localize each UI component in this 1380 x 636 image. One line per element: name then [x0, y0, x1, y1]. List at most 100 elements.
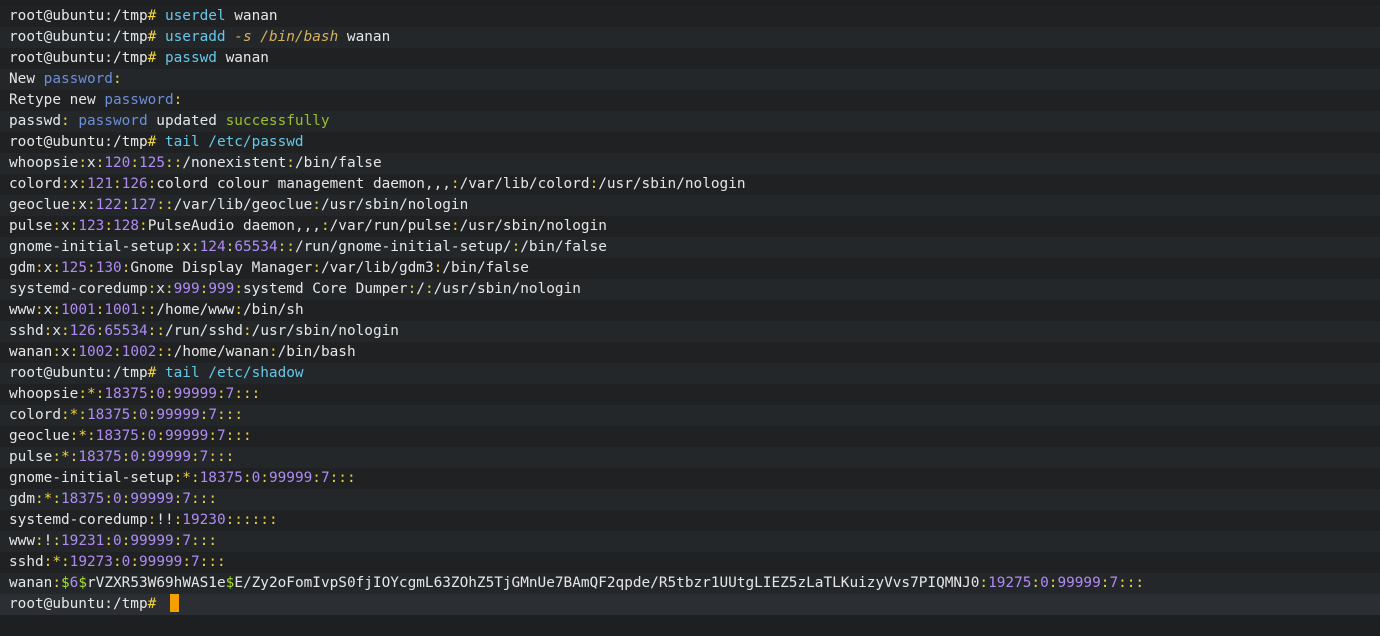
terminal-text: : — [407, 281, 417, 297]
terminal-text: geoclue — [9, 428, 70, 444]
terminal-text: :: — [156, 197, 174, 213]
terminal-text: rVZXR53W69hWAS1e — [87, 575, 226, 591]
terminal-text: : — [260, 470, 269, 486]
terminal-text: /var/lib/gdm3 — [320, 260, 434, 276]
terminal-line: New password: — [0, 69, 1380, 90]
terminal-text: root@ubuntu:/tmp — [9, 134, 148, 150]
terminal-text: www — [9, 302, 35, 318]
terminal-text: 19230 — [182, 512, 226, 528]
terminal-text: 65534 — [104, 323, 148, 339]
terminal-text: : — [234, 281, 243, 297]
terminal-text: wanan — [216, 50, 269, 66]
terminal-text: :: — [277, 239, 295, 255]
terminal-text: : — [52, 218, 61, 234]
terminal-text: 7 — [191, 554, 200, 570]
terminal-text: :: — [156, 344, 174, 360]
terminal-text: userdel — [164, 8, 226, 24]
terminal-text: 0 — [113, 533, 122, 549]
terminal-line: whoopsie:*:18375:0:99999:7::: — [0, 384, 1380, 405]
terminal-text: ::: — [208, 449, 235, 465]
terminal-text: ::: — [191, 491, 218, 507]
terminal-text: gnome-initial-setup — [9, 470, 174, 486]
terminal-text: 99999 — [156, 407, 200, 423]
terminal-text: /bin/false — [442, 260, 529, 276]
terminal-text: E/Zy2oFomIvpS0fjIOYcgmL63ZOhZ5TjGMnUe7BA… — [234, 575, 980, 591]
terminal-text: /bin/false — [520, 239, 607, 255]
prompt-symbol: # — [147, 596, 165, 612]
terminal-text: 19275 — [988, 575, 1032, 591]
terminal-text: sshd — [9, 323, 44, 339]
terminal-line: wanan:x:1002:1002::/home/wanan:/bin/bash — [0, 342, 1380, 363]
terminal-text: wanan — [9, 344, 53, 360]
terminal-text: 125 — [139, 155, 165, 171]
terminal-text: 130 — [95, 260, 122, 276]
terminal-line: root@ubuntu:/tmp# tail /etc/shadow — [0, 363, 1380, 384]
terminal-text: systemd Core Dumper — [242, 281, 408, 297]
terminal-text: 999 — [173, 281, 200, 297]
terminal-text: : — [164, 281, 174, 297]
command-prompt-line[interactable]: root@ubuntu:/tmp# — [0, 594, 1380, 615]
terminal-line: systemd-coredump:!!:19230:::::: — [0, 510, 1380, 531]
terminal-text: pulse — [9, 449, 53, 465]
terminal-line: root@ubuntu:/tmp# userdel wanan — [0, 6, 1380, 27]
terminal-text: 0 — [251, 470, 261, 486]
terminal-text: : — [511, 239, 521, 255]
terminal-text: : — [104, 218, 114, 234]
terminal-text: 18375 — [199, 470, 243, 486]
terminal-text: : — [312, 470, 321, 486]
terminal-text: password — [104, 92, 174, 108]
terminal-text: systemd-coredump — [9, 512, 148, 528]
terminal-text: : — [113, 176, 122, 192]
terminal-text: : — [173, 92, 183, 108]
terminal-text: : — [130, 407, 139, 423]
terminal-text: : — [286, 155, 295, 171]
terminal-text: PulseAudio daemon,,, — [147, 218, 321, 234]
terminal-text: 128 — [113, 218, 140, 234]
terminal-text: / — [416, 281, 425, 297]
terminal-text: colord — [9, 176, 61, 192]
terminal-text: : — [242, 470, 252, 486]
terminal-text: gdm — [9, 260, 35, 276]
terminal-text: gnome-initial-setup — [9, 239, 174, 255]
terminal-text: : — [35, 533, 44, 549]
text-cursor[interactable] — [169, 594, 179, 612]
terminal-text: : — [52, 344, 61, 360]
terminal-text: :: — [165, 155, 183, 171]
terminal-text: colord — [9, 407, 61, 423]
terminal-text: /usr/sbin/nologin — [598, 176, 746, 192]
terminal-text: /bin/bash — [277, 344, 356, 360]
terminal-text: /run/gnome-initial-setup/ — [294, 239, 512, 255]
terminal-text: : — [433, 260, 443, 276]
terminal-text: password — [43, 71, 113, 87]
terminal-line: pulse:*:18375:0:99999:7::: — [0, 447, 1380, 468]
terminal-text: password — [78, 113, 148, 129]
terminal-text: 99999 — [139, 554, 183, 570]
terminal-text: # — [147, 8, 165, 24]
terminal-text: 122 — [95, 197, 122, 213]
terminal-text: tail — [164, 134, 200, 150]
terminal-window[interactable]: root@ubuntu:/tmp# userdel wanan root@ubun… — [0, 0, 1380, 636]
terminal-text: : — [139, 449, 148, 465]
terminal-text: passwd — [164, 50, 217, 66]
terminal-text: : — [268, 344, 278, 360]
terminal-text: : — [78, 155, 87, 171]
terminal-text: 18375 — [104, 386, 148, 402]
terminal-text: New — [9, 71, 44, 87]
terminal-text: /usr/sbin/nologin — [433, 281, 581, 297]
terminal-text: : — [424, 281, 434, 297]
terminal-line: systemd-coredump:x:999:999:systemd Core … — [0, 279, 1380, 300]
terminal-text: pulse — [9, 218, 53, 234]
terminal-text: x — [61, 218, 70, 234]
terminal-text: 0 — [1040, 575, 1049, 591]
terminal-text: /usr/sbin/nologin — [320, 197, 469, 213]
terminal-text: : — [225, 239, 235, 255]
terminal-line: root@ubuntu:/tmp# passwd wanan — [0, 48, 1380, 69]
terminal-text: 65534 — [234, 239, 278, 255]
terminal-text: : — [191, 449, 200, 465]
terminal-text: $ — [61, 575, 70, 591]
terminal-text: 121 — [87, 176, 113, 192]
terminal-text: Retype new — [9, 92, 105, 108]
terminal-text: useradd — [164, 29, 226, 45]
